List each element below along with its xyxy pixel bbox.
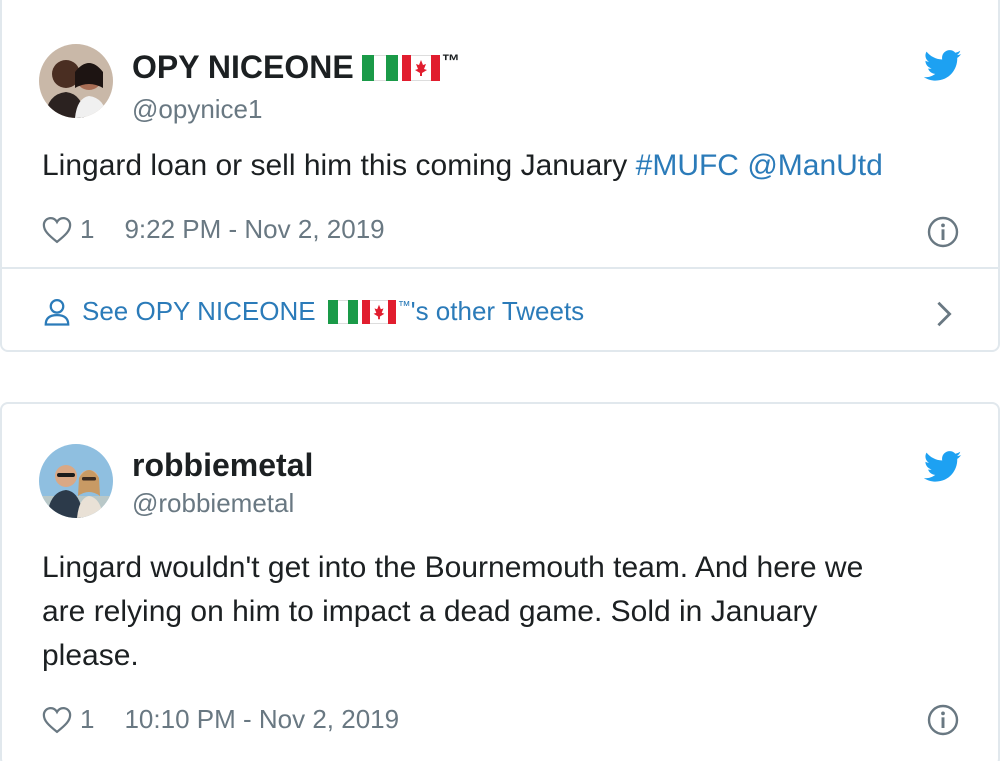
hashtag-link[interactable]: #MUFC: [636, 149, 739, 182]
see-more-suffix: 's other Tweets: [410, 296, 585, 326]
mention-link[interactable]: @ManUtd: [747, 149, 883, 182]
info-icon[interactable]: [927, 216, 959, 248]
twitter-bird-icon[interactable]: [924, 451, 962, 483]
tweet-meta: 1 10:10 PM - Nov 2, 2019: [42, 704, 399, 735]
canada-flag-icon: [361, 299, 396, 324]
tweet-text: Lingard wouldn't get into the Bournemout…: [42, 546, 942, 678]
tweet-body: Lingard loan or sell him this coming Jan…: [42, 149, 636, 182]
chevron-right-icon[interactable]: [934, 300, 954, 328]
info-icon[interactable]: [927, 704, 959, 736]
twitter-bird-icon[interactable]: [924, 50, 962, 82]
trademark-symbol: ™: [441, 51, 460, 71]
timestamp-link[interactable]: 9:22 PM - Nov 2, 2019: [124, 214, 384, 245]
like-count: 1: [80, 704, 95, 734]
tweet-card: OPY NICEONE ™ @opynice1 Lingard loan or …: [0, 0, 1000, 352]
handle[interactable]: @robbiemetal: [132, 488, 294, 519]
see-more-text: See OPY NICEONE: [82, 296, 316, 326]
display-name[interactable]: OPY NICEONE ™: [132, 49, 460, 86]
timestamp-link[interactable]: 10:10 PM - Nov 2, 2019: [124, 704, 399, 735]
display-name[interactable]: robbiemetal: [132, 447, 313, 484]
nigeria-flag-icon: [361, 54, 398, 81]
heart-icon[interactable]: [42, 216, 72, 244]
tweet-card: robbiemetal @robbiemetal Lingard wouldn'…: [0, 402, 1000, 761]
divider: [2, 267, 998, 269]
nigeria-flag-icon: [327, 299, 358, 324]
like-count: 1: [80, 214, 95, 244]
tweet-text-line: please.: [42, 639, 139, 672]
trademark-symbol: ™: [397, 298, 411, 313]
avatar[interactable]: [39, 44, 113, 118]
tweet-text-line: Lingard wouldn't get into the Bournemout…: [42, 551, 864, 584]
avatar[interactable]: [39, 444, 113, 518]
display-name-text: robbiemetal: [132, 447, 314, 483]
person-icon: [44, 298, 70, 326]
heart-icon[interactable]: [42, 706, 72, 734]
display-name-text: OPY NICEONE: [132, 49, 354, 85]
see-other-tweets-link[interactable]: See OPY NICEONE ™ 's other Tweets: [42, 296, 584, 327]
tweet-meta: 1 9:22 PM - Nov 2, 2019: [42, 214, 385, 245]
canada-flag-icon: [401, 54, 440, 81]
handle[interactable]: @opynice1: [132, 94, 262, 125]
tweet-text: Lingard loan or sell him this coming Jan…: [42, 144, 942, 188]
tweet-text-line: are relying on him to impact a dead game…: [42, 595, 818, 628]
